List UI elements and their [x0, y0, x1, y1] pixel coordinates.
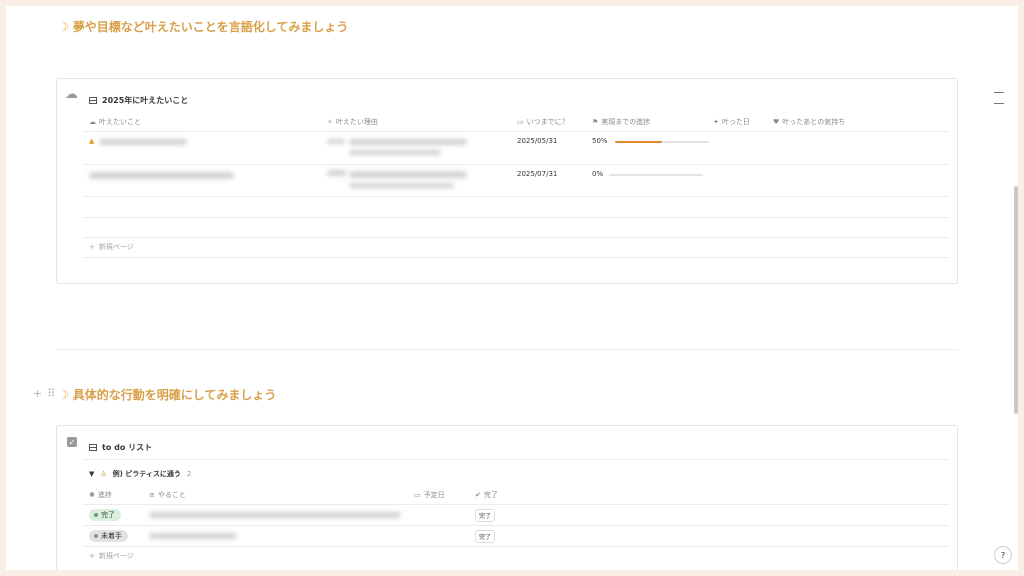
redacted-task: [149, 512, 401, 518]
heart-icon: ♥: [773, 118, 780, 126]
divider: [83, 546, 949, 547]
help-icon: ?: [1000, 550, 1006, 560]
add-block-icon[interactable]: +: [33, 387, 42, 400]
plus-icon: +: [89, 243, 95, 251]
column-header-task[interactable]: ≡ やること: [149, 490, 186, 500]
progress-bar: [609, 174, 703, 176]
vertical-scrollbar[interactable]: [1014, 186, 1018, 414]
section-heading-text: 具体的な行動を明確にしてみましょう: [72, 388, 277, 402]
progress-icon: ✺: [89, 491, 95, 499]
redacted-reason: [349, 183, 454, 188]
plus-icon: +: [89, 552, 95, 560]
page-divider: [56, 349, 958, 350]
check-circle-icon: ✔: [475, 491, 481, 499]
progress-bar-fill: [615, 141, 662, 143]
status-badge[interactable]: 完了: [89, 509, 121, 521]
checkbox-icon: ✓: [67, 437, 77, 447]
divider: [83, 217, 949, 218]
redacted-reason: [349, 139, 467, 145]
divider: [83, 237, 949, 238]
outline-line: [994, 103, 1004, 104]
database-title[interactable]: 2025年に叶えたいこと: [89, 95, 188, 106]
column-header-date[interactable]: ▭ 予定日: [414, 490, 445, 500]
status-badge[interactable]: 未着手: [89, 530, 128, 542]
column-header-achieved-date[interactable]: ✦ 叶った日: [713, 117, 750, 127]
divider: [83, 131, 949, 132]
divider: [83, 459, 949, 460]
redacted-goal: [89, 172, 234, 179]
cloud-icon: ☁: [89, 118, 96, 126]
warning-icon: ▲: [89, 137, 95, 145]
flag-icon: ⚑: [592, 118, 599, 126]
weather-cloud-moon-icon: ☁: [65, 87, 78, 102]
notion-page: ☽ 夢や目標など叶えたいことを言語化してみましょう ☁ 2025年に叶えたいこと…: [6, 6, 1018, 570]
column-header-goal[interactable]: ☁ 叶えたいこと: [89, 117, 141, 127]
group-header[interactable]: ▼ ♙ 例) ピラティスに通う 2: [89, 469, 191, 479]
redacted-reason: [349, 171, 467, 178]
help-button[interactable]: ?: [994, 546, 1012, 564]
redacted-task: [149, 533, 237, 539]
crescent-moon-icon: ☽: [58, 19, 69, 34]
outline-indicator[interactable]: [994, 92, 1004, 114]
list-icon: ≡: [149, 491, 155, 499]
divider: [83, 164, 949, 165]
person-icon: ♙: [100, 470, 107, 478]
redacted-reason: [349, 150, 441, 155]
toggle-triangle-icon[interactable]: ▼: [89, 470, 94, 478]
progress-value: 50%: [592, 137, 608, 145]
done-button[interactable]: 完了: [475, 530, 496, 543]
section-heading-goals: ☽ 夢や目標など叶えたいことを言語化してみましょう: [58, 18, 348, 35]
calendar-icon: ▭: [414, 491, 421, 499]
database-title[interactable]: to do リスト: [89, 442, 152, 453]
new-page-button[interactable]: + 新規ページ: [89, 242, 134, 252]
redacted-goal: [99, 139, 187, 145]
divider: [83, 504, 949, 505]
calendar-icon: ▭: [517, 118, 524, 126]
group-count: 2: [186, 470, 192, 478]
sparkle-icon: ✧: [327, 118, 333, 126]
todo-database: ✓ to do リスト ▼ ♙ 例) ピラティスに通う 2 ✺ 進捗 ≡ やるこ…: [56, 425, 958, 570]
divider: [83, 525, 949, 526]
divider: [83, 257, 949, 258]
progress-value: 0%: [592, 170, 604, 178]
section-heading-text: 夢や目標など叶えたいことを言語化してみましょう: [72, 20, 349, 34]
table-icon: [89, 97, 97, 104]
outline-line: [994, 92, 1004, 93]
goals-database: ☁ 2025年に叶えたいこと ☁ 叶えたいこと ✧ 叶えたい理由 ▭ いつまでに…: [56, 78, 958, 284]
new-page-button[interactable]: + 新規ページ: [89, 551, 134, 561]
column-header-deadline[interactable]: ▭ いつまでに？: [517, 117, 569, 127]
status-dot-icon: [94, 513, 98, 517]
table-icon: [89, 444, 97, 451]
status-dot-icon: [94, 534, 98, 538]
redacted-reason: [327, 139, 345, 144]
column-header-done[interactable]: ✔ 完了: [475, 490, 498, 500]
column-header-status[interactable]: ✺ 進捗: [89, 490, 112, 500]
deadline-value: 2025/05/31: [517, 137, 558, 145]
column-header-reason[interactable]: ✧ 叶えたい理由: [327, 117, 378, 127]
divider: [83, 196, 949, 197]
deadline-value: 2025/07/31: [517, 170, 558, 178]
progress-bar: [615, 141, 709, 143]
block-handles[interactable]: + ⠿: [33, 387, 55, 400]
party-icon: ✦: [713, 118, 719, 126]
redacted-reason: [327, 170, 347, 176]
column-header-feelings[interactable]: ♥ 叶ったあとの気持ち: [773, 117, 845, 127]
drag-handle-icon[interactable]: ⠿: [47, 387, 55, 400]
done-button[interactable]: 完了: [475, 509, 496, 522]
crescent-moon-icon: ☽: [58, 387, 69, 402]
section-heading-actions: ☽ 具体的な行動を明確にしてみましょう: [58, 386, 276, 403]
column-header-progress[interactable]: ⚑ 実現までの進捗: [592, 117, 650, 127]
